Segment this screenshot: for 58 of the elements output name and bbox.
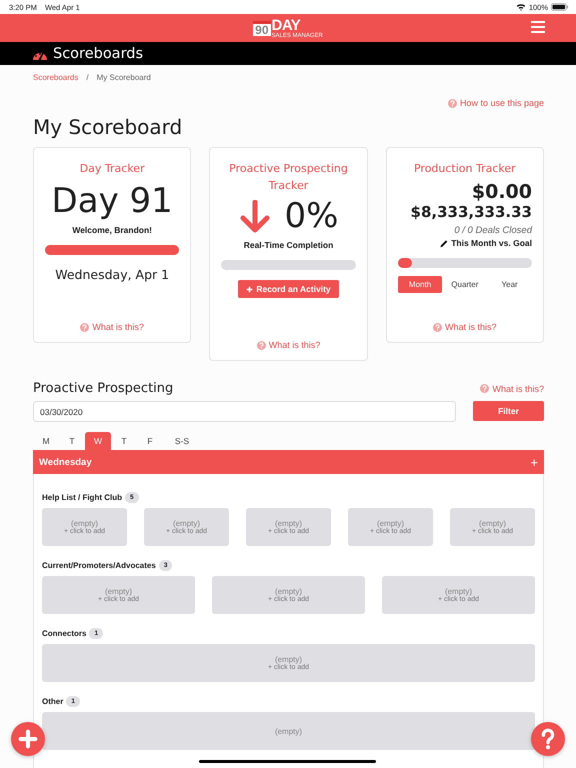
period-tab[interactable]: Year <box>487 276 532 293</box>
group-label: Other <box>42 697 64 706</box>
group-label: Connectors <box>42 629 86 638</box>
day-tab[interactable]: W <box>85 432 111 450</box>
day-title: Wednesday <box>39 456 92 468</box>
card-title: Proactive Prospecting Tracker <box>228 161 349 194</box>
goal-amount: $8,333,333.33 <box>410 203 532 221</box>
plus-icon <box>246 286 254 292</box>
group-label: Current/Promoters/Advocates <box>42 561 156 570</box>
help-link[interactable]: How to use this page <box>448 98 544 108</box>
page-heading: My Scoreboard <box>33 115 184 139</box>
day-tab[interactable]: M <box>33 432 59 450</box>
filter-button[interactable]: Filter <box>473 401 544 421</box>
help-icon <box>433 322 442 332</box>
completion-percent: 0% <box>284 196 338 236</box>
breadcrumb-current: My Scoreboard <box>96 72 151 82</box>
date-field[interactable]: 03/30/2020 <box>33 401 456 422</box>
breadcrumb-separator: / <box>86 72 89 82</box>
day-tab[interactable]: T <box>111 432 137 450</box>
help-link[interactable]: What is this? <box>256 340 320 350</box>
help-icon <box>256 340 266 350</box>
card-title: Day Tracker <box>80 161 145 177</box>
group-label: Help List / Fight Club <box>42 493 122 502</box>
help-button[interactable] <box>531 722 565 756</box>
breadcrumb-link[interactable]: Scoreboards <box>33 72 78 82</box>
day-counter: Day 91 <box>52 181 173 221</box>
wifi-icon <box>516 3 526 11</box>
help-icon <box>80 322 90 332</box>
plus-icon <box>17 728 39 750</box>
day-tab[interactable]: S-S <box>163 432 201 450</box>
pencil-icon <box>439 238 448 248</box>
section-heading: Proactive Prospecting <box>33 381 174 396</box>
record-activity-button[interactable]: Record an Activity <box>238 280 339 298</box>
down-arrow-icon <box>238 200 271 232</box>
help-link[interactable]: What is this? <box>480 384 544 394</box>
welcome-text: Welcome, Brandon! <box>72 225 152 235</box>
add-button[interactable]: + <box>530 454 538 470</box>
battery-icon <box>551 3 568 11</box>
deals-closed: 0 / 0 Deals Closed <box>454 225 532 236</box>
page-title: Scoreboards <box>53 46 144 62</box>
card-title: Production Tracker <box>414 161 516 177</box>
period-tab[interactable]: Quarter <box>442 276 488 293</box>
day-tab[interactable]: F <box>137 432 163 450</box>
slider-handle[interactable] <box>398 258 412 268</box>
menu-icon <box>531 21 545 33</box>
add-button[interactable] <box>11 722 45 756</box>
empty-slot[interactable]: (empty) <box>42 712 535 750</box>
period-tab[interactable]: Month <box>398 276 442 293</box>
caption: This Month vs. Goal <box>451 238 532 248</box>
current-date: Wednesday, Apr 1 <box>55 267 170 282</box>
help-icon <box>480 384 490 393</box>
menu-button[interactable] <box>531 21 545 33</box>
help-link[interactable]: What is this? <box>80 322 144 332</box>
help-link[interactable]: What is this? <box>433 322 497 332</box>
help-icon <box>448 98 457 108</box>
day-tab[interactable]: T <box>59 432 85 450</box>
amount: $0.00 <box>472 181 532 203</box>
caption: Real-Time Completion <box>244 240 334 250</box>
